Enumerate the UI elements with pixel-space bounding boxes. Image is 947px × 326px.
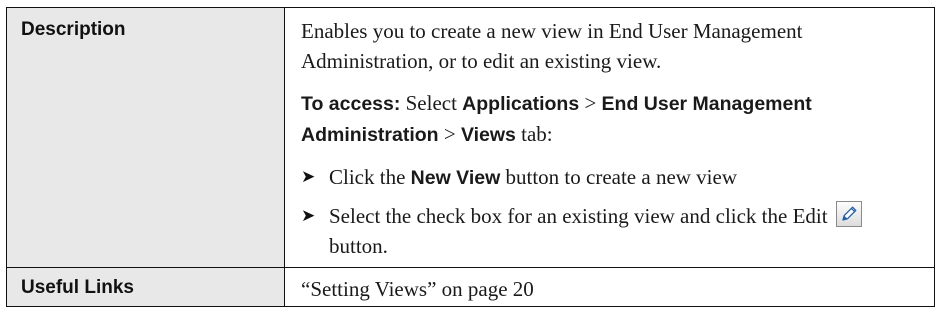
step-text: Click the: [329, 165, 406, 189]
useful-links-label: Useful Links: [6, 267, 285, 307]
access-path-views: Views: [460, 124, 516, 146]
step-text: button.: [329, 234, 388, 258]
useful-links-row: Useful Links “Setting Views” on page 20: [6, 267, 935, 307]
bullet-arrow-icon: ➤: [301, 206, 316, 225]
description-label: Description: [6, 7, 285, 268]
setting-views-link[interactable]: “Setting Views” on page 20: [301, 277, 534, 301]
access-prefix: To access:: [301, 93, 401, 115]
step-edit-view: ➤ Select the check box for an existing vi…: [301, 201, 920, 261]
bullet-arrow-icon: ➤: [301, 167, 316, 186]
access-select-word: Select: [405, 91, 457, 115]
reference-table: Description Enables you to create a new …: [6, 7, 935, 307]
step-text: Select the check box for an existing vie…: [329, 204, 828, 228]
access-path-applications: Applications: [462, 93, 580, 115]
description-row: Description Enables you to create a new …: [6, 7, 935, 268]
useful-links-content: “Setting Views” on page 20: [284, 267, 935, 307]
description-content: Enables you to create a new view in End …: [284, 7, 935, 268]
access-instructions: To access: Select Applications > End Use…: [301, 88, 920, 150]
access-separator: >: [584, 91, 597, 115]
step-new-view: ➤ Click the New View button to create a n…: [301, 162, 920, 193]
access-separator: >: [443, 122, 456, 146]
step-list: ➤ Click the New View button to create a n…: [301, 162, 920, 261]
step-text: button to create a new view: [505, 165, 738, 189]
new-view-button-name: New View: [410, 167, 501, 189]
edit-pencil-icon: [835, 201, 862, 228]
description-intro: Enables you to create a new view in End …: [301, 19, 803, 73]
access-suffix: tab:: [521, 122, 553, 146]
